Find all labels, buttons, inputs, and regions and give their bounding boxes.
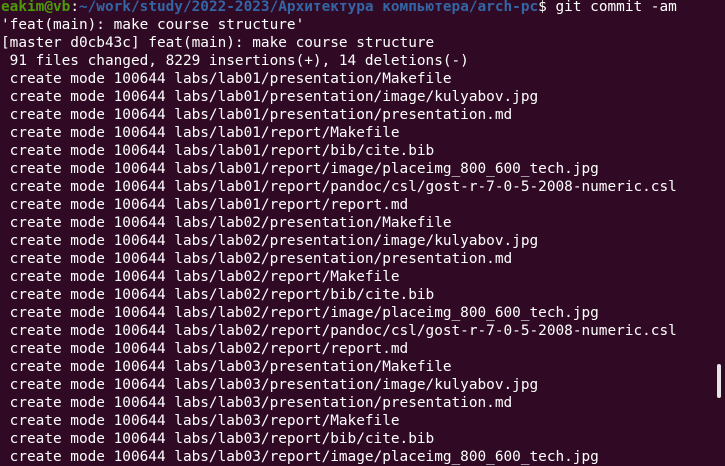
output-line: create mode 100644 labs/lab01/presentati… [1, 71, 452, 87]
output-line: create mode 100644 labs/lab01/report/bib… [1, 143, 435, 159]
output-line: create mode 100644 labs/lab01/report/Mak… [1, 125, 400, 141]
output-line: create mode 100644 labs/lab02/report/bib… [1, 287, 435, 303]
output-line: create mode 100644 labs/lab02/presentati… [1, 251, 513, 267]
prompt-path: ~/work/study/2022-2023/Архитектура компь… [78, 0, 539, 15]
terminal-window[interactable]: eakim@vb:~/work/study/2022-2023/Архитект… [0, 0, 725, 466]
output-line: create mode 100644 labs/lab01/report/pan… [1, 179, 677, 195]
prompt-line: eakim@vb:~/work/study/2022-2023/Архитект… [1, 0, 711, 16]
output-line: create mode 100644 labs/lab01/report/rep… [1, 197, 409, 213]
output-line: create mode 100644 labs/lab01/presentati… [1, 107, 513, 123]
output-line: create mode 100644 labs/lab03/report/Mak… [1, 413, 400, 429]
output-line: create mode 100644 labs/lab02/report/pan… [1, 323, 677, 339]
output-line: create mode 100644 labs/lab01/report/ima… [1, 161, 599, 177]
output-line: create mode 100644 labs/lab02/report/ima… [1, 305, 599, 321]
scrollbar-thumb[interactable] [717, 364, 721, 398]
output-line: create mode 100644 labs/lab03/presentati… [1, 359, 452, 375]
output-line: create mode 100644 labs/lab03/report/ima… [1, 449, 599, 465]
output-line: create mode 100644 labs/lab02/presentati… [1, 215, 452, 231]
terminal-output: eakim@vb:~/work/study/2022-2023/Архитект… [1, 0, 711, 466]
output-line: create mode 100644 labs/lab03/presentati… [1, 395, 513, 411]
prompt-separator: : [70, 0, 79, 15]
output-line: create mode 100644 labs/lab01/presentati… [1, 89, 539, 105]
output-line: 91 files changed, 8229 insertions(+), 14… [1, 53, 469, 69]
output-line: create mode 100644 labs/lab02/presentati… [1, 233, 539, 249]
prompt-user-host: eakim@vb [1, 0, 71, 15]
output-line: create mode 100644 labs/lab02/report/rep… [1, 341, 409, 357]
command-text: git commit -am [546, 0, 677, 15]
prompt-symbol: $ [538, 0, 547, 15]
output-line: 'feat(main): make course structure' [1, 17, 305, 33]
output-line: create mode 100644 labs/lab03/presentati… [1, 377, 539, 393]
output-line: create mode 100644 labs/lab03/report/bib… [1, 431, 435, 447]
output-line: [master d0cb43c] feat(main): make course… [1, 35, 435, 51]
output-line: create mode 100644 labs/lab02/report/Mak… [1, 269, 400, 285]
